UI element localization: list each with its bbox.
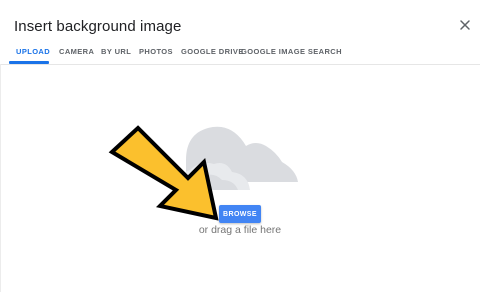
drag-drop-hint: or drag a file here xyxy=(198,224,282,236)
browse-button[interactable]: BROWSE xyxy=(219,205,261,223)
upload-illustration xyxy=(108,125,298,221)
insert-background-image-dialog: Insert background image UPLOAD CAMERA BY… xyxy=(0,0,480,292)
